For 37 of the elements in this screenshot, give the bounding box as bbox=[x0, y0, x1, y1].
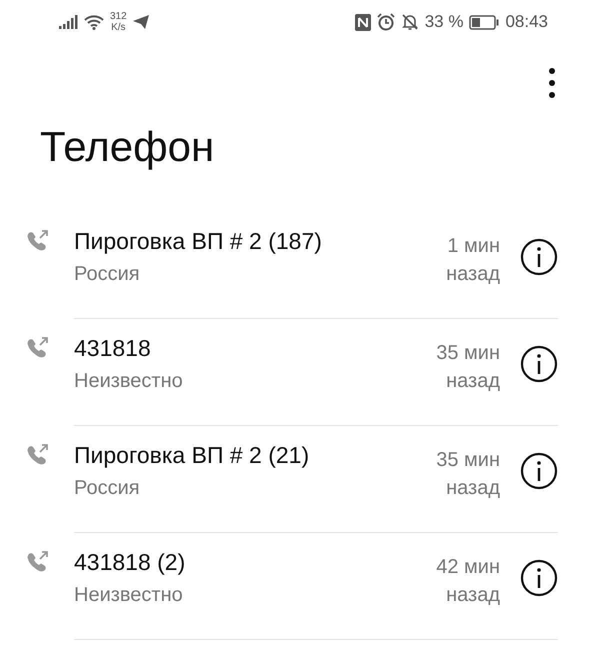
info-button[interactable] bbox=[520, 345, 558, 383]
speed-unit: K/s bbox=[111, 22, 126, 33]
info-button[interactable] bbox=[520, 452, 558, 490]
muted-bell-icon bbox=[400, 13, 419, 31]
caller-location: Россия bbox=[74, 477, 141, 500]
caller-name: 431818 (2) bbox=[74, 549, 186, 576]
caller-location: Россия bbox=[74, 263, 141, 286]
call-time: 35 мин назад bbox=[435, 448, 500, 501]
info-icon bbox=[520, 452, 558, 490]
call-time: 35 мин назад bbox=[435, 341, 500, 394]
wifi-icon bbox=[84, 14, 104, 30]
outgoing-call-icon bbox=[26, 230, 50, 252]
info-button[interactable] bbox=[520, 559, 558, 597]
call-time: 42 мин назад bbox=[435, 555, 500, 608]
paper-plane-icon bbox=[132, 15, 149, 29]
page-title: Телефон bbox=[40, 122, 216, 172]
info-icon bbox=[520, 345, 558, 383]
battery-percent: 33 % bbox=[424, 12, 464, 32]
outgoing-call-icon bbox=[26, 444, 50, 466]
battery-icon bbox=[469, 14, 500, 30]
info-button[interactable] bbox=[520, 238, 558, 276]
caller-name: 431818 bbox=[74, 335, 152, 362]
caller-name: Пироговка ВП # 2 (187) bbox=[74, 228, 323, 255]
info-icon bbox=[520, 238, 558, 276]
outgoing-call-icon bbox=[26, 337, 50, 359]
caller-location: Неизвестно bbox=[74, 370, 184, 393]
caller-name: Пироговка ВП # 2 (21) bbox=[74, 442, 310, 469]
info-icon bbox=[520, 559, 558, 597]
call-time: 1 мин назад bbox=[445, 234, 500, 287]
speed-value: 312 bbox=[110, 11, 127, 22]
alarm-icon bbox=[376, 13, 395, 31]
signal-icon bbox=[58, 14, 78, 30]
outgoing-call-icon bbox=[26, 551, 50, 573]
more-options-icon[interactable] bbox=[548, 67, 556, 99]
nfc-icon bbox=[354, 14, 371, 30]
clock-time: 08:43 bbox=[505, 12, 548, 32]
caller-location: Неизвестно bbox=[74, 584, 184, 607]
